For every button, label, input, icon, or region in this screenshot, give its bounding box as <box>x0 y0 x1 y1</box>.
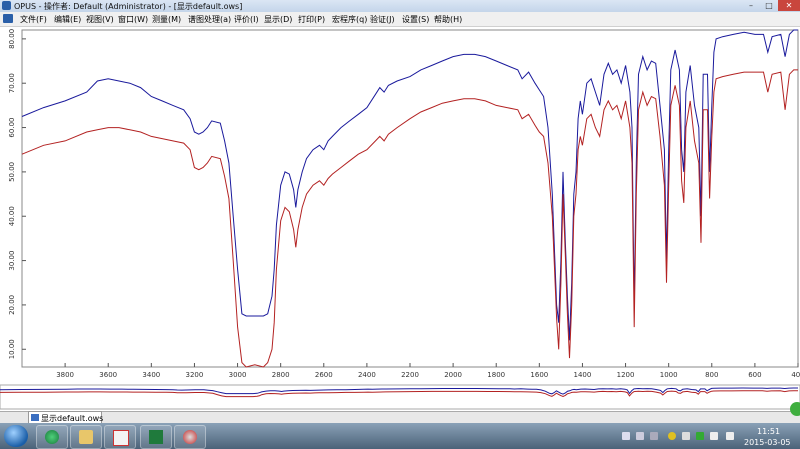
taskbar-excel-button[interactable] <box>140 425 172 449</box>
y-tick-label: 70.00 <box>8 73 16 93</box>
spectrum-display-area[interactable]: 10.00 20.00 30.00 40.00 50.00 60.00 70.00 80.00… <box>0 27 800 410</box>
window-title: OPUS - 操作者: Default (Administrator) - [显… <box>14 2 243 11</box>
main-plot-frame <box>21 29 799 368</box>
keyboard-icon[interactable] <box>622 432 630 440</box>
x-tick-label: 1200 <box>617 371 635 379</box>
x-tick-label: 2800 <box>272 371 290 379</box>
menu-macro[interactable]: 宏程序(q) <box>332 14 367 25</box>
menu-print[interactable]: 打印(P) <box>298 14 325 25</box>
document-tab[interactable]: 显示default.ows <box>28 411 103 423</box>
x-tick-label: 2000 <box>444 371 462 379</box>
taskbar-ie-button[interactable] <box>36 425 68 449</box>
y-tick-label: 30.00 <box>8 251 16 271</box>
taskbar <box>0 423 800 449</box>
excel-icon <box>149 430 163 444</box>
menu-display[interactable]: 显示(D) <box>264 14 292 25</box>
menu-spectrum-processing[interactable]: 谱图处理(a) <box>188 14 231 25</box>
x-tick-label: 3000 <box>229 371 247 379</box>
ie-icon <box>45 430 59 444</box>
x-tick-label: 800 <box>705 371 718 379</box>
x-tick-label: 1800 <box>487 371 505 379</box>
update-icon[interactable] <box>668 432 676 440</box>
tray-arrow-icon[interactable] <box>650 432 658 440</box>
menu-bar: 文件(F) 编辑(E) 视图(V) 窗口(W) 测量(M) 谱图处理(a) 评价… <box>0 12 800 27</box>
x-tick-label: 1400 <box>574 371 592 379</box>
x-tick-label: 3800 <box>56 371 74 379</box>
security-icon[interactable] <box>696 432 704 440</box>
x-tick-label: 3200 <box>186 371 204 379</box>
menu-help[interactable]: 帮助(H) <box>434 14 462 25</box>
y-tick-label: 60.00 <box>8 118 16 138</box>
y-tick-label: 50.00 <box>8 162 16 182</box>
y-tick-label: 80.00 <box>8 29 16 49</box>
x-tick-label: 400 <box>791 371 800 379</box>
x-tick-label: 2600 <box>315 371 333 379</box>
menu-edit[interactable]: 编辑(E) <box>54 14 81 25</box>
clock-date[interactable]: 2015-03-05 <box>744 438 791 447</box>
menu-settings[interactable]: 设置(S) <box>402 14 429 25</box>
minimize-button[interactable]: – <box>742 0 760 11</box>
x-tick-label: 2200 <box>401 371 419 379</box>
volume-icon[interactable] <box>726 432 734 440</box>
network-icon[interactable] <box>636 432 644 440</box>
x-tick-label: 3400 <box>142 371 160 379</box>
x-tick-label: 2400 <box>358 371 376 379</box>
maximize-button[interactable]: □ <box>760 0 778 11</box>
signal-icon[interactable] <box>710 432 718 440</box>
menu-view[interactable]: 视图(V) <box>86 14 114 25</box>
menu-file[interactable]: 文件(F) <box>20 14 47 25</box>
status-badge-icon[interactable] <box>790 402 800 416</box>
clock-time[interactable]: 11:51 <box>757 427 780 436</box>
x-tick-label: 600 <box>748 371 761 379</box>
y-tick-label: 10.00 <box>8 339 16 359</box>
taskbar-pdf-button[interactable] <box>104 425 136 449</box>
menu-validate[interactable]: 验证(J) <box>370 14 395 25</box>
menu-window[interactable]: 窗口(W) <box>118 14 148 25</box>
y-tick-label: 40.00 <box>8 206 16 226</box>
close-button[interactable]: ✕ <box>778 0 800 11</box>
windows-start-icon[interactable] <box>4 425 28 447</box>
document-icon[interactable] <box>3 14 13 23</box>
y-tick-label: 20.00 <box>8 295 16 315</box>
x-tick-label: 3600 <box>99 371 117 379</box>
menu-measure[interactable]: 测量(M) <box>152 14 181 25</box>
x-tick-label: 1600 <box>530 371 548 379</box>
opus-app-icon <box>2 1 11 10</box>
x-tick-label: 1000 <box>660 371 678 379</box>
taskbar-opus-button[interactable] <box>174 425 206 449</box>
action-center-icon[interactable] <box>682 432 690 440</box>
spectrum-chart[interactable]: 10.00 20.00 30.00 40.00 50.00 60.00 70.00 80.00… <box>0 27 800 410</box>
taskbar-explorer-button[interactable] <box>70 425 102 449</box>
menu-evaluate[interactable]: 评价(I) <box>234 14 259 25</box>
ows-file-icon <box>31 414 39 421</box>
pdf-icon <box>113 430 129 446</box>
opus-icon <box>183 430 197 444</box>
explorer-folder-icon <box>79 430 93 444</box>
